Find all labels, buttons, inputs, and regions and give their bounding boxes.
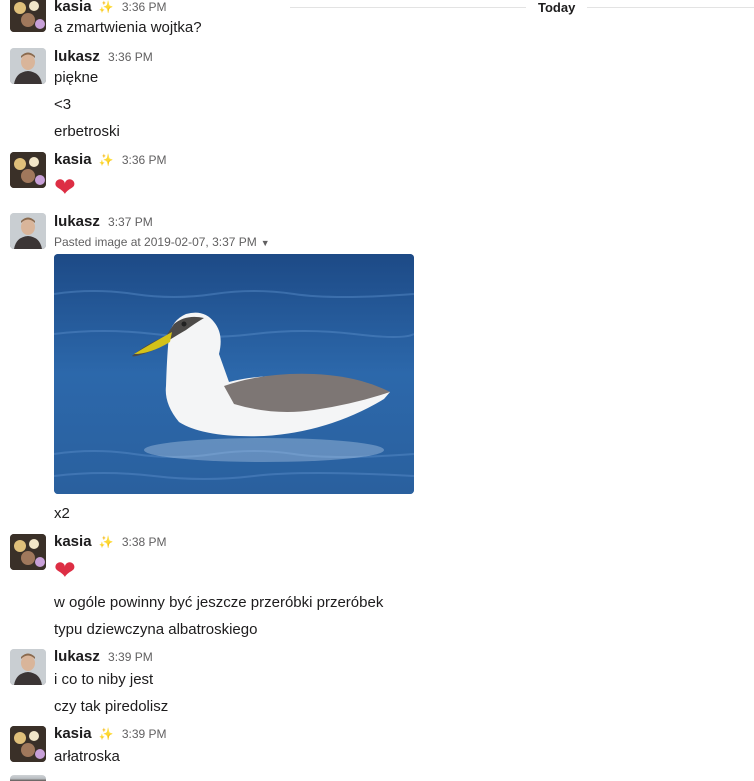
kasia-avatar-image <box>10 534 46 570</box>
day-divider-line <box>290 7 754 8</box>
message-text: a zmartwienia wojtka? <box>54 19 202 36</box>
lukasz-avatar[interactable] <box>10 775 46 781</box>
sparkle-icon: ✨ <box>98 727 114 741</box>
timestamp[interactable]: 3:38 PM <box>122 535 167 549</box>
albatross-image <box>54 254 414 494</box>
sparkle-icon: ✨ <box>98 0 114 14</box>
kasia-avatar-image <box>10 726 46 762</box>
timestamp[interactable]: 3:36 PM <box>122 153 167 167</box>
lukasz-avatar[interactable] <box>10 213 46 249</box>
message-text: w ogóle powinny być jeszcze przeróbki pr… <box>54 594 384 611</box>
attachment-meta[interactable]: Pasted image at 2019-02-07, 3:37 PM ▼ <box>54 234 270 251</box>
day-divider-label[interactable]: Today <box>526 0 588 16</box>
timestamp[interactable]: 3:37 PM <box>108 215 153 229</box>
timestamp[interactable]: 3:36 PM <box>122 0 167 14</box>
message-header: kasia ✨ 3:36 PM <box>54 0 167 16</box>
lukasz-avatar-image <box>10 213 46 249</box>
kasia-avatar-image <box>10 0 46 32</box>
message-text: czy tak piredolisz <box>54 698 169 715</box>
kasia-avatar[interactable] <box>10 534 46 570</box>
author-name[interactable]: lukasz <box>54 48 100 65</box>
message-header: kasia ✨ 3:38 PM <box>54 533 167 551</box>
message-header: lukasz 3:36 PM <box>54 48 153 66</box>
author-name[interactable]: kasia <box>54 0 92 15</box>
kasia-avatar[interactable] <box>10 152 46 188</box>
message-header: lukasz 3:39 PM <box>54 648 153 666</box>
timestamp[interactable]: 3:39 PM <box>122 727 167 741</box>
message-header: lukasz 3:37 PM <box>54 213 153 231</box>
message-text: erbetroski <box>54 123 120 140</box>
pasted-image[interactable] <box>54 254 414 494</box>
sparkle-icon: ✨ <box>98 535 114 549</box>
message-header: kasia ✨ 3:36 PM <box>54 151 167 169</box>
author-name[interactable]: lukasz <box>54 213 100 230</box>
attachment-label: Pasted image at 2019-02-07, 3:37 PM <box>54 235 257 249</box>
kasia-avatar[interactable] <box>10 726 46 762</box>
message-text: arłatroska <box>54 748 120 765</box>
message-text: piękne <box>54 69 99 86</box>
message-text: x2 <box>54 505 70 522</box>
lukasz-avatar[interactable] <box>10 48 46 84</box>
timestamp[interactable]: 3:36 PM <box>108 50 153 64</box>
kasia-avatar[interactable] <box>10 0 46 32</box>
caret-down-icon[interactable]: ▼ <box>261 238 270 248</box>
heart-emoji: ❤ <box>54 172 76 202</box>
timestamp[interactable]: 3:39 PM <box>108 650 153 664</box>
author-name[interactable]: kasia <box>54 151 92 168</box>
heart-emoji: ❤ <box>54 555 76 585</box>
lukasz-avatar[interactable] <box>10 649 46 685</box>
message-header: kasia ✨ 3:39 PM <box>54 725 167 743</box>
message-text: i co to niby jest <box>54 671 154 688</box>
kasia-avatar-image <box>10 152 46 188</box>
sparkle-icon: ✨ <box>98 153 114 167</box>
author-name[interactable]: lukasz <box>54 648 100 665</box>
message-text: typu dziewczyna albatroskiego <box>54 621 258 638</box>
author-name[interactable]: kasia <box>54 725 92 742</box>
message-text: <3 <box>54 96 72 113</box>
author-name[interactable]: kasia <box>54 533 92 550</box>
lukasz-avatar-image <box>10 48 46 84</box>
lukasz-avatar-image <box>10 649 46 685</box>
